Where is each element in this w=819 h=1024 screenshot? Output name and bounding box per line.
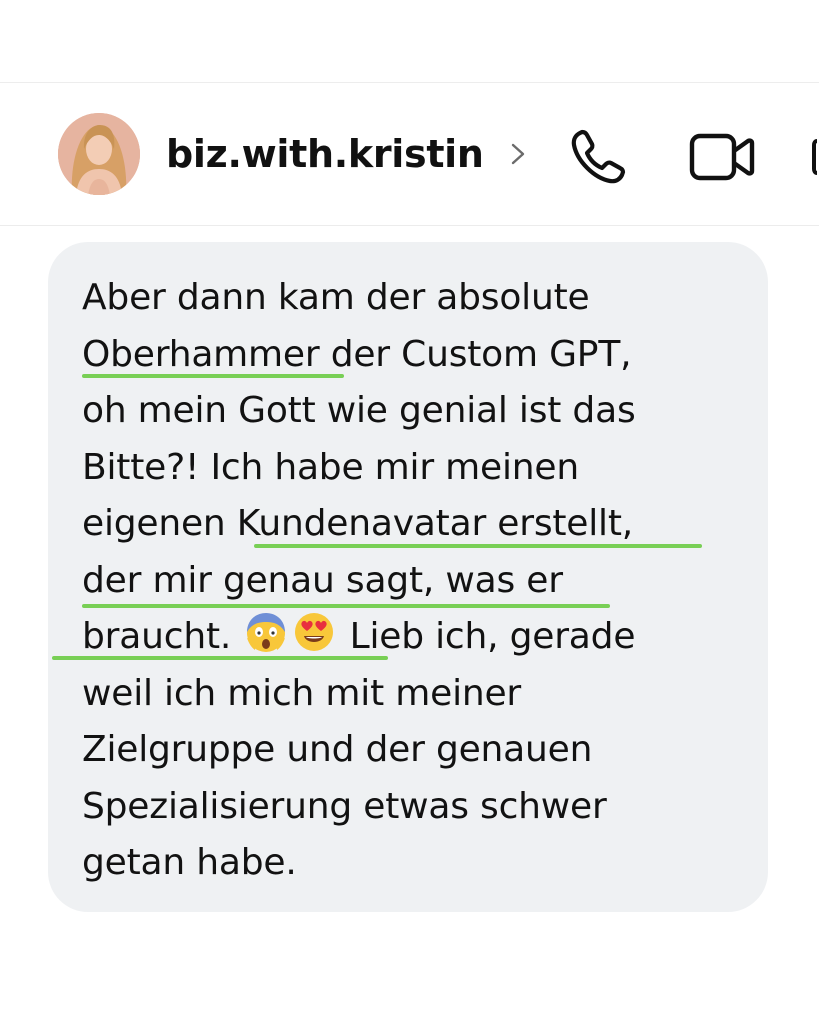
message-line: Zielgruppe und der genauen [82, 729, 593, 770]
message-line: Aber dann kam der absolute [82, 277, 590, 318]
avatar[interactable] [58, 113, 140, 195]
message-text-fragment: braucht. [82, 616, 232, 657]
heart-eyes-emoji [292, 610, 336, 654]
message-text: Aber dann kam der absolute Oberhammer de… [82, 270, 752, 892]
message-line: oh mein Gott wie genial ist das [82, 390, 636, 431]
highlight-underline [254, 544, 702, 548]
screaming-face-emoji [244, 610, 288, 654]
chat-header: biz.with.kristin [0, 83, 819, 226]
highlight-underline [82, 604, 610, 608]
message-line: getan habe. [82, 842, 297, 883]
phone-icon[interactable] [566, 123, 632, 189]
message-line: Bitte?! Ich habe mir meinen [82, 446, 579, 488]
message-line: der mir genau sagt, was er [82, 559, 563, 601]
message-line: Spezialisierung etwas schwer [82, 785, 607, 827]
video-camera-icon[interactable] [688, 127, 756, 187]
highlight-underline [82, 374, 344, 378]
message-text-fragment: Lieb ich, gerade [349, 616, 636, 657]
chevron-right-icon[interactable] [506, 139, 530, 169]
dm-screen: biz.with.kristin Aber dann kam der absol… [0, 0, 819, 1024]
info-icon[interactable] [811, 137, 819, 177]
username-link[interactable]: biz.with.kristin [166, 131, 484, 177]
screaming-face-icon [247, 613, 286, 652]
heart-eyes-icon [295, 613, 334, 651]
highlight-underline [52, 656, 388, 660]
message-line: weil ich mich mit meiner [82, 672, 522, 714]
profile-photo-icon [58, 113, 140, 195]
